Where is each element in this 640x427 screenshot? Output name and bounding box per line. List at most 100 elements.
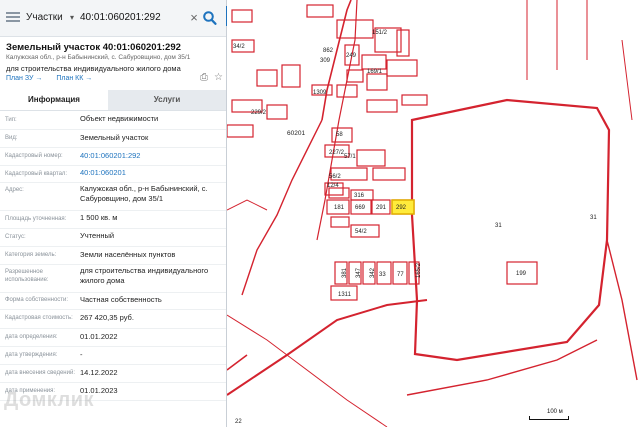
map-label: 34/2 bbox=[233, 44, 245, 50]
row-value: - bbox=[80, 350, 83, 359]
layer-select[interactable]: Участки ▾ bbox=[26, 8, 78, 28]
map-label: 33 bbox=[379, 272, 386, 278]
map-label: 58 bbox=[336, 132, 343, 138]
row-date-entered: дата внесения сведений: 14.12.2022 bbox=[0, 364, 226, 383]
map-label: 31 bbox=[590, 215, 597, 221]
row-value: Земельный участок bbox=[80, 133, 149, 142]
row-value: 267 420,35 руб. bbox=[80, 313, 134, 322]
row-label: Вид: bbox=[5, 135, 18, 141]
map-label: 56/2 bbox=[329, 174, 341, 180]
row-value: Учтенный bbox=[80, 231, 115, 240]
parcel-address: Калужская обл., р-н Бабынинский, с. Сабу… bbox=[6, 54, 191, 61]
row-cad-number: Кадастровый номер: 40:01:060201:292 bbox=[0, 147, 226, 166]
parcel-31-outline bbox=[410, 98, 611, 362]
row-area: Площадь уточненная: 1 500 кв. м bbox=[0, 210, 226, 229]
map-label: 381 bbox=[342, 267, 348, 278]
map-label: 57/1 bbox=[344, 154, 356, 160]
row-status: Статус: Учтенный bbox=[0, 228, 226, 247]
map-label: 199 bbox=[516, 271, 527, 277]
row-label: дата утверждения: bbox=[5, 352, 58, 358]
map-label: 291 bbox=[376, 205, 387, 211]
row-value: Земли населённых пунктов bbox=[80, 250, 176, 259]
parcel-title: Земельный участок 40:01:060201:292 bbox=[6, 42, 181, 53]
cadastral-quarter-link[interactable]: 40:01:060201 bbox=[80, 168, 222, 178]
row-label: Адрес: bbox=[5, 187, 24, 193]
map-canvas: 151/2 34/2 862 309 249 169/1 1309 229/2 … bbox=[227, 0, 638, 427]
info-panel: Участки ▾ 40:01:060201:292 × Земельный у… bbox=[0, 0, 227, 427]
map-label: 31 bbox=[495, 223, 502, 229]
map-label: 862 bbox=[323, 48, 334, 54]
row-ownership: Форма собственности: Частная собственнос… bbox=[0, 292, 226, 310]
map-label: 165/2 bbox=[416, 262, 422, 278]
row-cad-value: Кадастровая стоимость: 267 420,35 руб. bbox=[0, 309, 226, 329]
row-label: Разрешенное использование: bbox=[5, 269, 49, 283]
map-label: 669 bbox=[355, 205, 366, 211]
map-label: 1311 bbox=[338, 292, 352, 298]
row-label: Площадь уточненная: bbox=[5, 216, 67, 222]
map-label: 22 bbox=[235, 419, 242, 425]
clear-icon[interactable]: × bbox=[188, 8, 200, 28]
row-value: Объект недвижимости bbox=[80, 114, 159, 123]
print-icon[interactable]: ⎙ bbox=[200, 72, 208, 83]
row-value: 01.01.2023 bbox=[80, 386, 118, 395]
row-date-determined: дата определения: 01.01.2022 bbox=[0, 328, 226, 347]
map-label: 249 bbox=[346, 53, 357, 59]
search-bar: Участки ▾ 40:01:060201:292 × bbox=[0, 0, 226, 37]
row-label: дата внесения сведений: bbox=[5, 370, 75, 376]
cadastral-number-link[interactable]: 40:01:060201:292 bbox=[80, 151, 222, 161]
row-label: Статус: bbox=[5, 234, 26, 240]
scale-bar: 100 м bbox=[529, 409, 569, 420]
row-value: Калужская обл., р-н Бабынинский, с. Сабу… bbox=[80, 184, 208, 203]
map-label: 227/2 bbox=[329, 150, 345, 156]
row-label: Форма собственности: bbox=[5, 297, 69, 303]
road-boundary bbox=[227, 299, 428, 396]
row-kind: Вид: Земельный участок bbox=[0, 129, 226, 148]
row-value: Частная собственность bbox=[80, 295, 162, 304]
row-label: Кадастровый номер: bbox=[5, 153, 63, 159]
star-icon[interactable]: ☆ bbox=[214, 72, 223, 83]
row-label: Кадастровый квартал: bbox=[5, 171, 68, 177]
row-label: дата определения: bbox=[5, 334, 58, 340]
row-date-approved: дата утверждения: - bbox=[0, 346, 226, 365]
map-label: 54/2 bbox=[355, 229, 367, 235]
row-value: 1 500 кв. м bbox=[80, 213, 118, 222]
parcel-purpose: для строительства индивидуального жилого… bbox=[6, 64, 181, 73]
row-type: Тип: Объект недвижимости bbox=[0, 110, 226, 130]
river-boundary bbox=[606, 239, 638, 381]
row-permitted-use: Разрешенное использование: для строитель… bbox=[0, 264, 226, 293]
map-label: 169/1 bbox=[367, 69, 383, 75]
row-label: Кадастровая стоимость: bbox=[5, 315, 73, 321]
row-category: Категория земель: Земли населённых пункт… bbox=[0, 246, 226, 265]
map-label: 342 bbox=[370, 267, 376, 278]
layer-select-label: Участки bbox=[26, 12, 63, 23]
menu-icon[interactable] bbox=[6, 10, 20, 24]
plan-zu-link[interactable]: План ЗУ → bbox=[6, 75, 42, 82]
scale-line bbox=[529, 416, 569, 420]
tab-services[interactable]: Услуги bbox=[108, 90, 226, 110]
map-label: 229/2 bbox=[251, 110, 267, 116]
search-icon[interactable] bbox=[202, 9, 218, 27]
map-label: 151/2 bbox=[372, 30, 388, 36]
map-label: 309 bbox=[320, 58, 331, 64]
map-label: 1309 bbox=[313, 90, 327, 96]
selected-parcel-label: 292 bbox=[396, 205, 407, 211]
row-label: Тип: bbox=[5, 117, 17, 123]
map-label: 347 bbox=[356, 267, 362, 278]
scale-label: 100 м bbox=[547, 409, 563, 415]
quarter-label: 60201 bbox=[287, 130, 305, 137]
row-value: 14.12.2022 bbox=[80, 368, 118, 377]
map-label: 316 bbox=[354, 193, 365, 199]
tabs: Информация Услуги bbox=[0, 90, 226, 111]
tab-info[interactable]: Информация bbox=[0, 90, 108, 110]
row-label: Категория земель: bbox=[5, 252, 57, 258]
row-value: для строительства индивидуального жилого… bbox=[80, 266, 209, 285]
action-icons: ⎙ ☆ bbox=[194, 72, 223, 83]
plan-links: План ЗУ → План КК → bbox=[6, 75, 104, 82]
search-input[interactable]: 40:01:060201:292 bbox=[80, 8, 184, 28]
map-label: 181 bbox=[334, 205, 345, 211]
row-address: Адрес: Калужская обл., р-н Бабынинский, … bbox=[0, 182, 226, 211]
cadastral-map[interactable]: 151/2 34/2 862 309 249 169/1 1309 229/2 … bbox=[227, 0, 640, 427]
plan-kk-link[interactable]: План КК → bbox=[56, 75, 92, 82]
map-label: 77 bbox=[397, 272, 404, 278]
row-value: 01.01.2022 bbox=[80, 332, 118, 341]
